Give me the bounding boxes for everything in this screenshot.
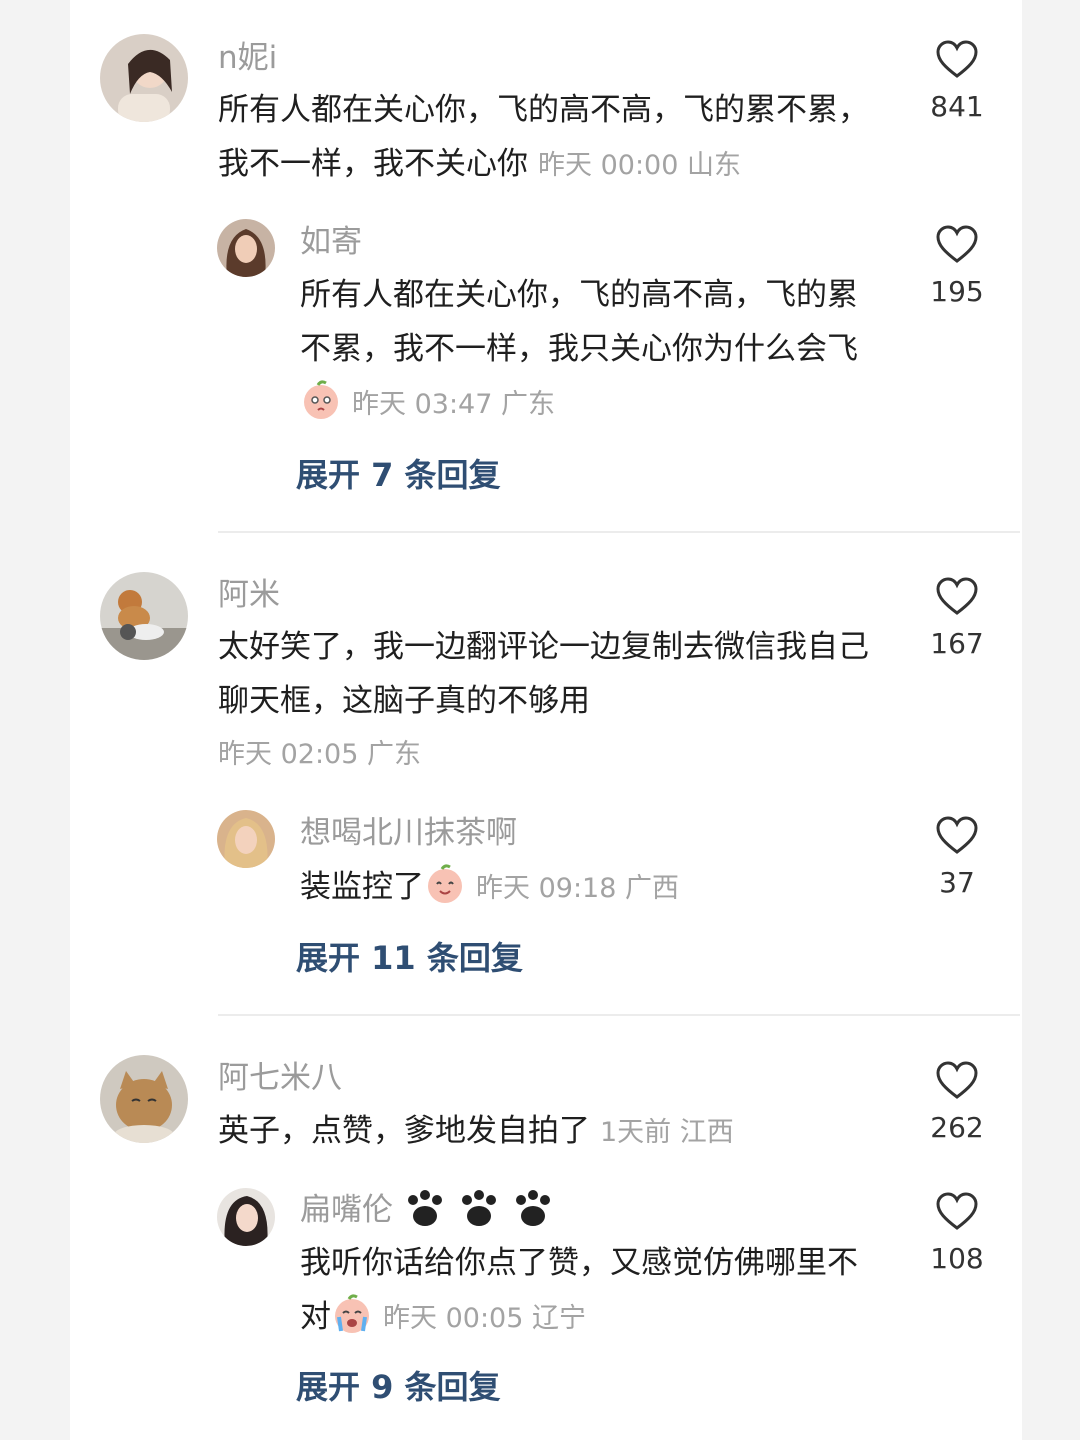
avatar[interactable]: [217, 1188, 275, 1246]
paw-icon: [408, 1190, 442, 1226]
avatar[interactable]: [217, 219, 275, 277]
reply-location: 辽宁: [532, 1303, 586, 1334]
reply-location: 广东: [501, 389, 555, 420]
comment-location: 广东: [367, 739, 421, 770]
smile-face-emoji: [428, 864, 462, 903]
comment-username[interactable]: 阿七米八: [218, 1058, 342, 1098]
avatar[interactable]: [100, 34, 188, 122]
comment-username[interactable]: 阿米: [218, 575, 280, 615]
reply-body: 所有人都在关心你，飞的高不高，飞的累不累，我不一样，我只关心你为什么会飞: [300, 277, 858, 367]
crying-face-emoji: [335, 1294, 369, 1333]
comment-time: 1天前: [600, 1117, 672, 1148]
expand-replies-button[interactable]: 展开 11 条回复: [296, 933, 523, 979]
heart-icon: [936, 816, 978, 854]
reply-text: 所有人都在关心你，飞的高不高，飞的累不累，我不一样，我只关心你为什么会飞昨天 0…: [300, 268, 870, 432]
like-count: 195: [930, 275, 984, 308]
comment-location: 山东: [687, 150, 741, 181]
expand-replies-button[interactable]: 展开 7 条回复: [296, 450, 501, 496]
reply-time: 昨天 03:47: [352, 389, 493, 420]
like-count: 262: [930, 1111, 984, 1144]
reply-username[interactable]: 想喝北川抹茶啊: [300, 813, 517, 853]
like-count: 108: [930, 1242, 984, 1275]
like-button[interactable]: 167: [917, 577, 997, 660]
reply-location: 广西: [625, 873, 679, 904]
like-count: 841: [930, 90, 984, 123]
divider: [218, 1014, 1020, 1016]
comment-text: 英子，点赞，爹地发自拍了 1天前 江西: [218, 1104, 898, 1160]
comment-time: 昨天 02:05: [218, 739, 359, 770]
reply-body: 装监控了: [300, 869, 424, 905]
like-button[interactable]: 108: [917, 1192, 997, 1275]
comment-text: 太好笑了，我一边翻评论一边复制去微信我自己聊天框，这脑子真的不够用昨天 02:0…: [218, 620, 898, 782]
avatar[interactable]: [100, 572, 188, 660]
paw-icon: [462, 1190, 496, 1226]
comment-location: 江西: [679, 1117, 734, 1148]
comment-text: 所有人都在关心你，飞的高不高，飞的累不累，我不一样，我不关心你 昨天 00:00 …: [218, 83, 898, 193]
reply-text: 我听你话给你点了赞，又感觉仿佛哪里不对 昨天 00:05 辽宁: [300, 1236, 870, 1346]
comment-time: 昨天 00:00: [538, 150, 679, 181]
comment-meta: 1天前 江西: [600, 1117, 734, 1148]
like-button[interactable]: 37: [917, 816, 997, 899]
like-count: 37: [939, 866, 975, 899]
divider: [218, 531, 1020, 533]
like-button[interactable]: 841: [917, 40, 997, 123]
comment-meta: 昨天 00:00 山东: [538, 150, 741, 181]
comment-meta: 昨天 02:05 广东: [218, 728, 898, 782]
comment-body: 英子，点赞，爹地发自拍了: [218, 1113, 590, 1149]
heart-icon: [936, 225, 978, 263]
heart-icon: [936, 577, 978, 615]
reply-meta: 昨天 03:47 广东: [352, 389, 555, 420]
reply-text: 装监控了 昨天 09:18 广西: [300, 860, 900, 916]
heart-icon: [936, 1192, 978, 1230]
avatar[interactable]: [217, 810, 275, 868]
like-button[interactable]: 262: [917, 1061, 997, 1144]
avatar[interactable]: [100, 1055, 188, 1143]
comment-body: 太好笑了，我一边翻评论一边复制去微信我自己聊天框，这脑子真的不够用: [218, 629, 869, 719]
reply-username-text: 扁嘴伦: [300, 1192, 393, 1228]
paw-icon: [516, 1190, 550, 1226]
comment-username[interactable]: n妮i: [218, 38, 277, 78]
heart-icon: [936, 1061, 978, 1099]
reply-username[interactable]: 如寄: [300, 222, 362, 262]
blush-face-emoji: [304, 380, 338, 419]
reply-time: 昨天 00:05: [383, 1303, 524, 1334]
reply-time: 昨天 09:18: [476, 873, 617, 904]
reply-meta: 昨天 00:05 辽宁: [383, 1303, 586, 1334]
like-count: 167: [930, 627, 984, 660]
reply-meta: 昨天 09:18 广西: [476, 873, 679, 904]
heart-icon: [936, 40, 978, 78]
like-button[interactable]: 195: [917, 225, 997, 308]
reply-username[interactable]: 扁嘴伦: [300, 1190, 555, 1230]
expand-replies-button[interactable]: 展开 9 条回复: [296, 1362, 501, 1408]
